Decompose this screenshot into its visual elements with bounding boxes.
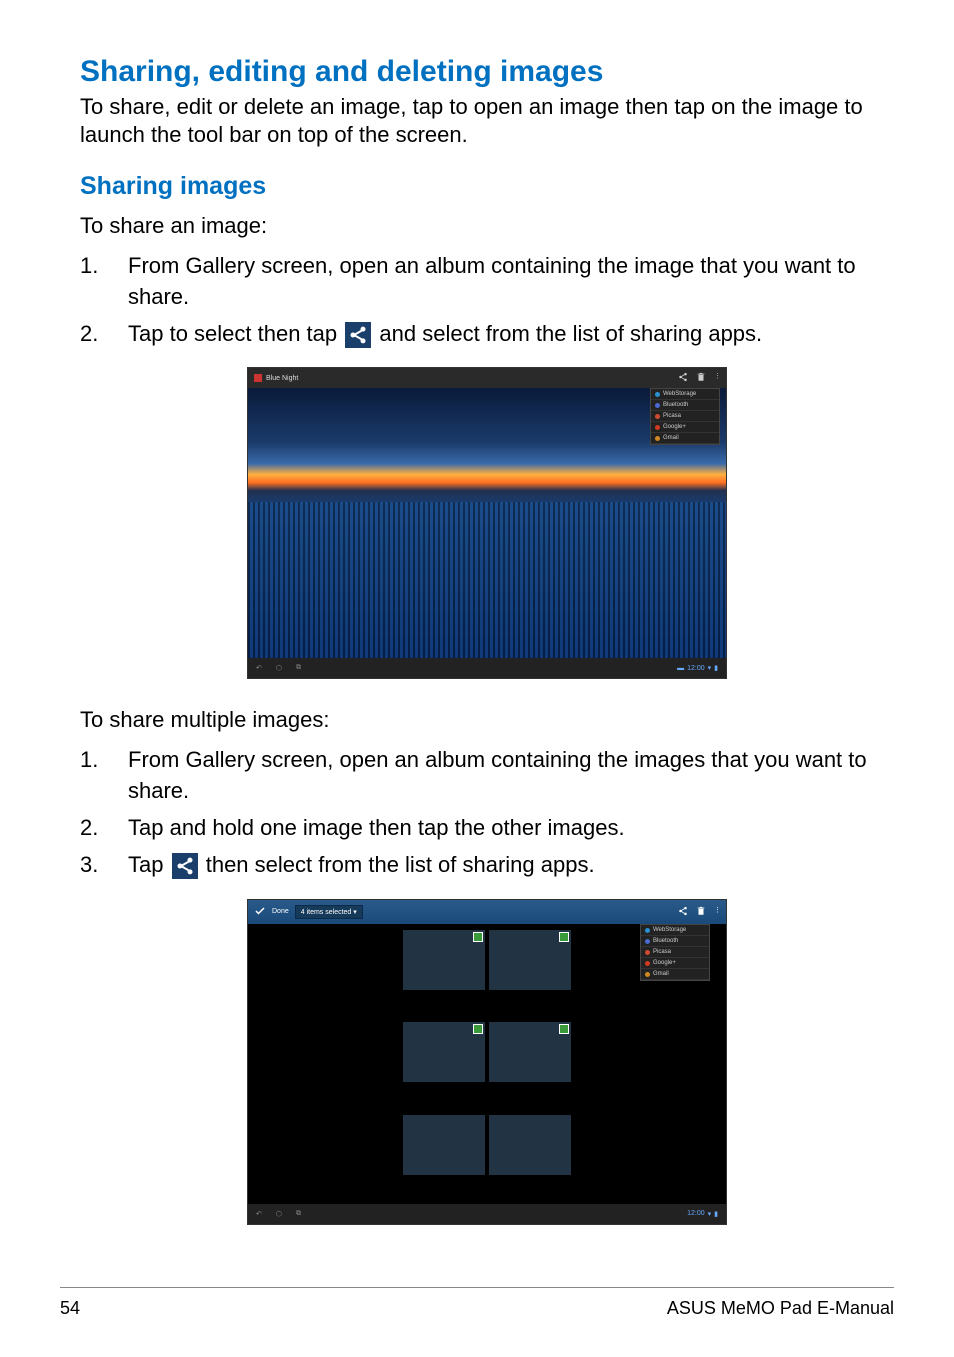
app-icon [655,425,660,430]
app-label[interactable]: Bluetooth [663,402,688,408]
thumbnail[interactable] [489,1022,571,1082]
wifi-icon: ▾ [708,1210,712,1218]
trash-icon[interactable] [696,372,706,384]
page-footer: 54 ASUS MeMO Pad E-Manual [60,1287,894,1319]
heading-sharing-editing-deleting: Sharing, editing and deleting images [80,55,894,89]
lead-share-single: To share an image: [80,213,894,239]
ss1-navbar: ↶ ⬡ ⧉ ▬ 12:00 ▾ ▮ [248,658,726,678]
selection-count-dropdown[interactable]: 4 items selected ▾ [295,905,363,919]
overflow-icon[interactable]: ⋮ [714,906,720,918]
page-number: 54 [60,1298,80,1319]
step-1: From Gallery screen, open an album conta… [80,745,894,807]
app-label[interactable]: Gmail [653,971,669,977]
screenshot-1-container: Blue Night ⋮ WebStorage Bluetooth Picasa… [80,367,894,679]
clock-time: 12:00 [687,665,705,672]
app-label[interactable]: Google+ [653,960,676,966]
share-menu[interactable]: WebStorage Bluetooth Picasa Google+ Gmai… [650,388,720,445]
selected-check-icon [559,1024,569,1034]
app-icon [655,392,660,397]
app-icon [645,939,650,944]
battery-icon: ▮ [714,1210,718,1218]
step-3-text-b: then select from the list of sharing app… [206,852,595,877]
album-icon [254,374,262,382]
steps-share-single: From Gallery screen, open an album conta… [80,251,894,349]
steps-share-multiple: From Gallery screen, open an album conta… [80,745,894,880]
screenshot-share-multiple: Done 4 items selected ▾ ⋮ WebStorage Blu… [247,899,727,1225]
battery-icon: ▮ [714,664,718,672]
app-label[interactable]: Picasa [653,949,671,955]
clock-time: 12:00 [687,1210,705,1217]
app-icon [655,414,660,419]
app-icon [645,928,650,933]
intro-paragraph: To share, edit or delete an image, tap t… [80,93,894,148]
app-label[interactable]: Bluetooth [653,938,678,944]
done-label[interactable]: Done [272,908,289,915]
album-name: Blue Night [266,375,298,382]
notification-icon: ▬ [677,665,684,672]
selected-check-icon [473,932,483,942]
manual-title: ASUS MeMO Pad E-Manual [667,1298,894,1319]
app-icon [655,436,660,441]
chevron-down-icon: ▾ [353,909,357,916]
step-2: Tap and hold one image then tap the othe… [80,813,894,844]
back-icon[interactable]: ↶ [256,1210,262,1218]
share-icon[interactable] [678,906,688,918]
app-label[interactable]: WebStorage [663,391,696,397]
recents-icon[interactable]: ⧉ [296,664,301,672]
wifi-icon: ▾ [708,664,712,672]
app-icon [655,403,660,408]
back-icon[interactable]: ↶ [256,664,262,672]
ss2-navbar: ↶ ⬡ ⧉ 12:00 ▾ ▮ [248,1204,726,1224]
share-menu[interactable]: WebStorage Bluetooth Picasa Google+ Gmai… [640,924,710,981]
app-label[interactable]: Picasa [663,413,681,419]
home-icon[interactable]: ⬡ [276,1210,282,1218]
step-2-text-b: and select from the list of sharing apps… [379,321,762,346]
app-icon [645,961,650,966]
thumbnail[interactable] [489,930,571,990]
screenshot-share-single: Blue Night ⋮ WebStorage Bluetooth Picasa… [247,367,727,679]
app-label[interactable]: Google+ [663,424,686,430]
app-icon [645,950,650,955]
selected-check-icon [559,932,569,942]
ss2-topbar: Done 4 items selected ▾ ⋮ [248,900,726,924]
check-icon[interactable] [254,905,266,919]
lead-share-multiple: To share multiple images: [80,707,894,733]
home-icon[interactable]: ⬡ [276,664,282,672]
ss1-topbar: Blue Night ⋮ [248,368,726,388]
thumbnail[interactable] [489,1115,571,1175]
heading-sharing-images: Sharing images [80,172,894,201]
share-icon[interactable] [678,372,688,384]
thumbnail[interactable] [403,1022,485,1082]
share-icon [345,322,371,348]
app-label[interactable]: Gmail [663,435,679,441]
step-2-text-a: Tap to select then tap [128,321,343,346]
step-1: From Gallery screen, open an album conta… [80,251,894,313]
screenshot-2-container: Done 4 items selected ▾ ⋮ WebStorage Blu… [80,899,894,1225]
thumbnail[interactable] [403,1115,485,1175]
recents-icon[interactable]: ⧉ [296,1210,301,1218]
thumbnail[interactable] [403,930,485,990]
app-icon [645,972,650,977]
step-3: Tap then select from the list of sharing… [80,850,894,881]
app-label[interactable]: WebStorage [653,927,686,933]
trash-icon[interactable] [696,906,706,918]
overflow-icon[interactable]: ⋮ [714,372,720,384]
step-2: Tap to select then tap and select from t… [80,319,894,350]
selected-check-icon [473,1024,483,1034]
step-3-text-a: Tap [128,852,170,877]
share-icon [172,853,198,879]
